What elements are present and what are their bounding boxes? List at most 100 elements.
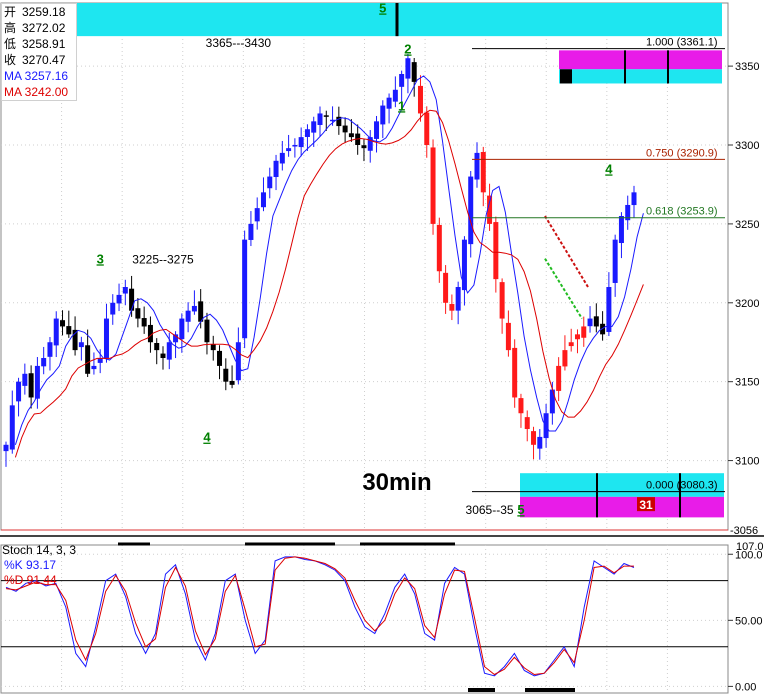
candle-body [556,365,562,391]
candle-body [562,350,568,367]
candle-body [22,373,28,386]
candle-body [110,302,116,315]
candle-body [587,318,593,327]
ohlc-row-low: 低 3258.91 [2,36,76,52]
fib-level-label: 1.000 (3361.1) [646,37,718,49]
candle-body [28,373,34,398]
candle-body [135,308,141,319]
price-tick-label: 3150 [735,377,759,389]
candle-body [78,342,84,348]
candle-body [531,431,537,445]
candle-body [386,97,392,109]
candle-body [631,192,637,206]
ohlc-row-high: 高 3272.02 [2,20,76,36]
ohlc-value-open: 3259.18 [22,5,66,19]
stoch-top-label: 107.0 [736,541,764,553]
candle-body [449,304,455,311]
candle-body [185,310,191,322]
candle-body [612,239,618,283]
stoch-d-value: %D 91.44 [4,573,57,587]
candle-body [568,342,574,347]
candle-body [461,239,467,291]
candle-body [537,436,543,449]
candle-body [361,145,367,149]
candle-body [141,318,147,327]
candle-body [417,85,423,114]
chart-canvas: 3100 3150 3200 3250 3300 3350 -3056 1.000 (3361… [0,0,764,695]
ohlc-panel: 开 3259.18 高 3272.02 低 3258.91 收 3270.47 MA 3… [1,3,77,101]
ohlc-value-low: 3258.91 [22,37,66,51]
range-annotation: 3365---3430 [206,36,272,50]
candle-body [85,345,91,374]
candle-body [103,318,109,359]
stoch-k-value: %K 93.17 [4,558,57,572]
ohlc-row-close: 收 3270.47 [2,52,76,68]
timeframe-watermark: 30min [362,469,431,496]
candle-body [154,343,160,351]
candle-body [260,192,266,208]
candle-body [549,389,555,414]
candle-body [493,222,499,280]
candle-body [229,380,235,385]
fib-zone-magenta [520,496,724,518]
range-annotation: 3225--3275 [132,252,194,266]
wave-label: 3 [97,251,104,266]
candle-body [179,318,185,340]
zone-marker-block [560,69,572,84]
candle-body [129,288,135,311]
candle-body [411,62,417,82]
price-tick-label: 3350 [735,61,759,73]
candle-body [91,365,97,370]
candle-body [323,115,329,117]
candle-body [267,176,273,189]
price-tick-label: 3300 [735,140,759,152]
candle-body [399,74,405,87]
ohlc-value-close: 3270.47 [22,53,66,67]
candle-body [248,223,254,240]
chart-background [0,0,764,695]
stoch-tick-label: 50.00 [735,615,763,627]
fib-zone-cyan [559,69,722,84]
stoch-tick-label: 0.00 [735,681,756,693]
ohlc-label-open: 开 [4,5,17,19]
fib-level-label: 0.000 (3080.3) [646,480,718,492]
candle-body [436,224,442,272]
candle-body [618,216,624,244]
candle-body [524,417,530,430]
candle-body [34,365,40,399]
candle-body [474,152,480,180]
ohlc-value-high: 3272.02 [22,21,66,35]
candle-body [204,319,210,343]
wave-label: 4 [605,161,613,176]
candle-body [342,125,348,133]
candle-body [223,368,229,382]
wave-label: 4 [203,430,211,445]
candle-body [574,334,580,340]
candle-body [47,342,53,357]
candle-body [581,326,587,338]
candle-body [41,358,47,367]
fib-level-label: 0.618 (3253.9) [646,206,718,218]
candle-body [606,287,612,332]
wave-label: 1 [398,98,405,113]
candle-body [311,121,317,133]
candle-body [292,145,298,147]
price-tick-label: 3250 [735,219,759,231]
candle-body [160,353,166,359]
candle-body [217,350,223,366]
price-tick-label: 3100 [735,456,759,468]
ohlc-label-close: 收 [4,53,17,67]
candle-body [455,287,461,311]
candle-body [499,282,505,319]
candle-body [116,294,122,304]
ma-red-value: MA 3242.00 [4,85,69,99]
candle-body [405,58,411,79]
fib-zone-cyan [3,3,722,37]
wave-label: 5 [517,502,524,517]
ohlc-row-open: 开 3259.18 [2,4,76,20]
stoch-title: Stoch 14, 3, 3 [2,543,77,557]
candle-body [60,320,66,327]
candle-body [593,316,599,327]
ohlc-label-low: 低 [4,37,17,51]
ma-blue-value: MA 3257.16 [4,69,69,83]
